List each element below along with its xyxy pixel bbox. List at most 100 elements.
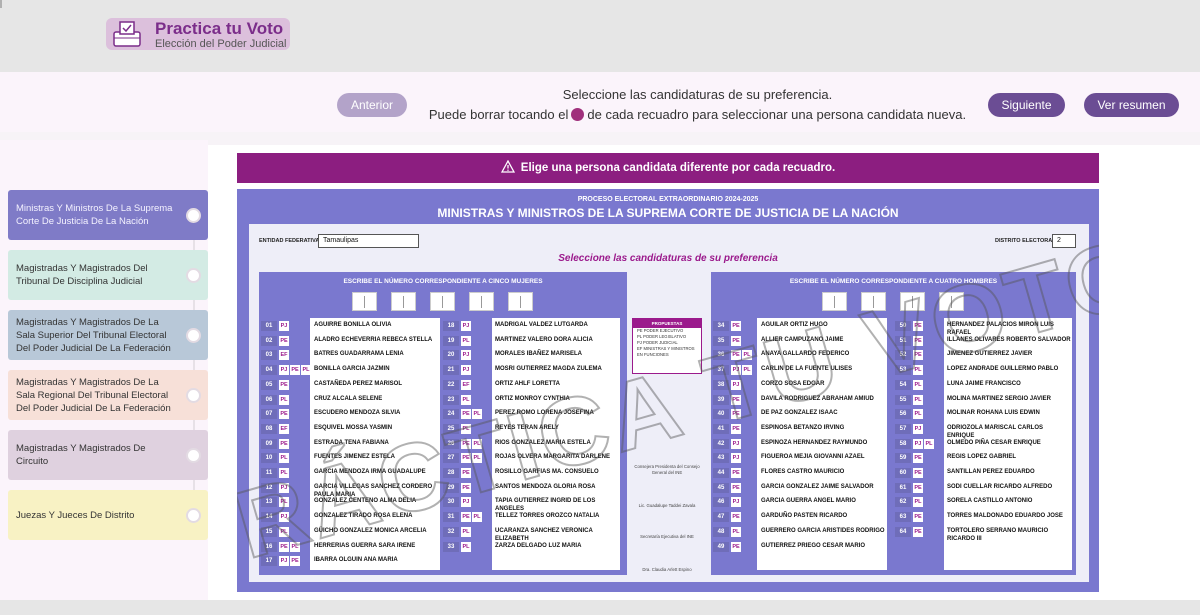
women-vote-box[interactable] xyxy=(469,292,494,311)
candidate-row: 18 PJ xyxy=(443,320,472,332)
women-heading: ESCRIBE EL NÚMERO CORRESPONDIENTE A CINC… xyxy=(343,278,543,285)
candidate-row: 19 PL xyxy=(443,335,472,347)
proposal-badge: PJ xyxy=(461,321,471,331)
candidate-number: 47 xyxy=(713,512,729,523)
men-vote-box[interactable] xyxy=(939,292,964,311)
candidate-name: GARCIA MENDOZA IRMA GUADALUPE xyxy=(314,469,426,475)
candidate-row: 16 PE PL xyxy=(261,541,301,553)
candidate-number: 07 xyxy=(261,409,277,420)
proposal-badge: PE xyxy=(731,409,741,420)
sidebar-item[interactable]: Magistradas Y Magistrados De Circuito xyxy=(8,430,208,480)
warning-icon xyxy=(500,160,515,173)
candidate-row: 35 PE xyxy=(713,335,742,347)
candidate-number: 26 xyxy=(443,438,459,449)
candidate-number: 46 xyxy=(713,497,729,508)
candidate-row: 53 PL xyxy=(895,364,924,376)
candidate-row: 17 PJ PE xyxy=(261,555,301,567)
candidate-row: 43 PJ xyxy=(713,452,742,464)
men-panel: ESCRIBE EL NÚMERO CORRESPONDIENTE A CUAT… xyxy=(711,272,1076,575)
logo-subtitle: Elección del Poder Judicial xyxy=(155,38,287,50)
candidate-name: SODI CUELLAR RICARDO ALFREDO xyxy=(947,483,1053,490)
candidate-name: ROJAS OLVERA MARGARITA DARLENE xyxy=(495,454,611,461)
proposal-badge: PE xyxy=(913,350,923,361)
proposal-badge: PJ xyxy=(279,365,289,376)
candidate-number: 12 xyxy=(261,482,277,493)
proposal-badge: PL xyxy=(913,497,923,508)
candidate-name: SANTOS MENDOZA GLORIA ROSA xyxy=(495,483,596,490)
candidate-name: TORTOLERO SERRANO MAURICIO RICARDO III xyxy=(947,527,1049,542)
men-vote-box[interactable] xyxy=(861,292,886,311)
women-vote-box[interactable] xyxy=(352,292,377,311)
candidate-number: 08 xyxy=(261,423,277,434)
candidate-number: 60 xyxy=(895,468,911,478)
logo-title: Practica tu Voto xyxy=(155,19,284,38)
men-vote-box[interactable] xyxy=(822,292,847,311)
candidate-row: 15 PL xyxy=(261,526,290,538)
candidate-number: 25 xyxy=(443,423,459,434)
legend-title: PROPUESTAS xyxy=(633,319,701,328)
candidate-number: 14 xyxy=(261,512,277,523)
proposal-badge: PE xyxy=(461,438,471,449)
sidebar-item[interactable]: Magistradas Y Magistrados De La Sala Sup… xyxy=(8,310,208,360)
candidate-name: OLMEDO PIÑA CESAR ENRIQUE xyxy=(947,439,1041,446)
candidate-row: 09 PE xyxy=(261,438,290,450)
candidate-name: DAVILA RODRIGUEZ ABRAHAM AMIUD xyxy=(761,395,874,402)
sidebar-item[interactable]: Magistradas Y Magistrados Del Tribunal D… xyxy=(8,250,208,300)
candidate-name: JIMENEZ GUTIERREZ JAVIER xyxy=(947,351,1033,358)
next-button[interactable]: Siguiente xyxy=(988,93,1065,117)
proposal-badge: EF xyxy=(461,379,471,390)
pencil-icon xyxy=(571,108,585,121)
women-vote-box[interactable] xyxy=(430,292,455,311)
candidate-number: 02 xyxy=(261,335,277,346)
candidate-number: 36 xyxy=(713,350,729,361)
candidate-row: 05 PE xyxy=(261,379,290,391)
signature-title: Secretaría Ejecutiva del INE xyxy=(640,534,694,539)
candidate-number: 31 xyxy=(443,512,459,523)
proposal-badge: PJ xyxy=(461,365,471,376)
view-summary-button[interactable]: Ver resumen xyxy=(1084,93,1179,117)
candidate-number: 62 xyxy=(895,497,911,508)
candidate-row: 06 PL xyxy=(261,394,290,406)
proposal-badge: PJ xyxy=(731,379,741,390)
candidate-number: 52 xyxy=(895,350,911,361)
candidate-number: 32 xyxy=(443,526,459,537)
candidate-row: 49 PE xyxy=(713,541,742,553)
sidebar-item[interactable]: Ministras Y Ministros De La Suprema Cort… xyxy=(8,190,208,240)
proposal-badge: PE xyxy=(279,541,289,552)
candidate-row: 56 PL xyxy=(895,408,924,420)
candidate-number: 10 xyxy=(261,453,277,464)
sidebar-item-label: Magistradas Y Magistrados De La Sala Reg… xyxy=(16,376,171,414)
candidate-number: 50 xyxy=(895,321,911,331)
candidate-number: 51 xyxy=(895,335,911,346)
candidate-row: 40 PE xyxy=(713,408,742,420)
candidate-number: 33 xyxy=(443,541,459,552)
proposal-badge: EF xyxy=(279,350,289,361)
women-vote-box[interactable] xyxy=(391,292,416,311)
candidate-number: 55 xyxy=(895,394,911,405)
candidate-number: 18 xyxy=(443,321,459,331)
sidebar-item[interactable]: Juezas Y Jueces De Distrito xyxy=(8,490,208,540)
women-vote-box[interactable] xyxy=(508,292,533,311)
candidate-row: 12 PJ xyxy=(261,482,290,494)
proposal-badge: PL xyxy=(461,526,471,537)
proposal-badge: PL xyxy=(913,365,923,376)
men-vote-box[interactable] xyxy=(900,292,925,311)
candidate-row: 41 PE xyxy=(713,423,742,435)
proposal-badge: PL xyxy=(742,350,752,361)
sidebar-item[interactable]: Magistradas Y Magistrados De La Sala Reg… xyxy=(8,370,208,420)
candidate-name: GARCIA GUERRA ANGEL MARIO xyxy=(761,498,856,505)
candidate-name: ORTIZ MONROY CYNTHIA xyxy=(495,395,570,402)
step-indicator-icon xyxy=(186,388,201,403)
proposal-badge: PJ xyxy=(461,350,471,361)
proposal-badge: PL xyxy=(301,365,311,376)
candidate-name: ESPINOSA BETANZO IRVING xyxy=(761,424,845,431)
candidate-row: 10 PL xyxy=(261,452,290,464)
candidate-name: MARTINEZ VALERO DORA ALICIA xyxy=(495,336,593,343)
candidate-name: LUNA JAIME FRANCISCO xyxy=(947,380,1021,387)
candidate-row: 33 PL xyxy=(443,541,472,553)
previous-button[interactable]: Anterior xyxy=(337,93,407,117)
candidate-row: 22 EF xyxy=(443,379,472,391)
candidate-name: ESCUDERO MENDOZA SILVIA xyxy=(314,410,401,417)
candidate-number: 45 xyxy=(713,482,729,493)
candidate-name: ESQUIVEL MOSSA YASMIN xyxy=(314,424,393,431)
